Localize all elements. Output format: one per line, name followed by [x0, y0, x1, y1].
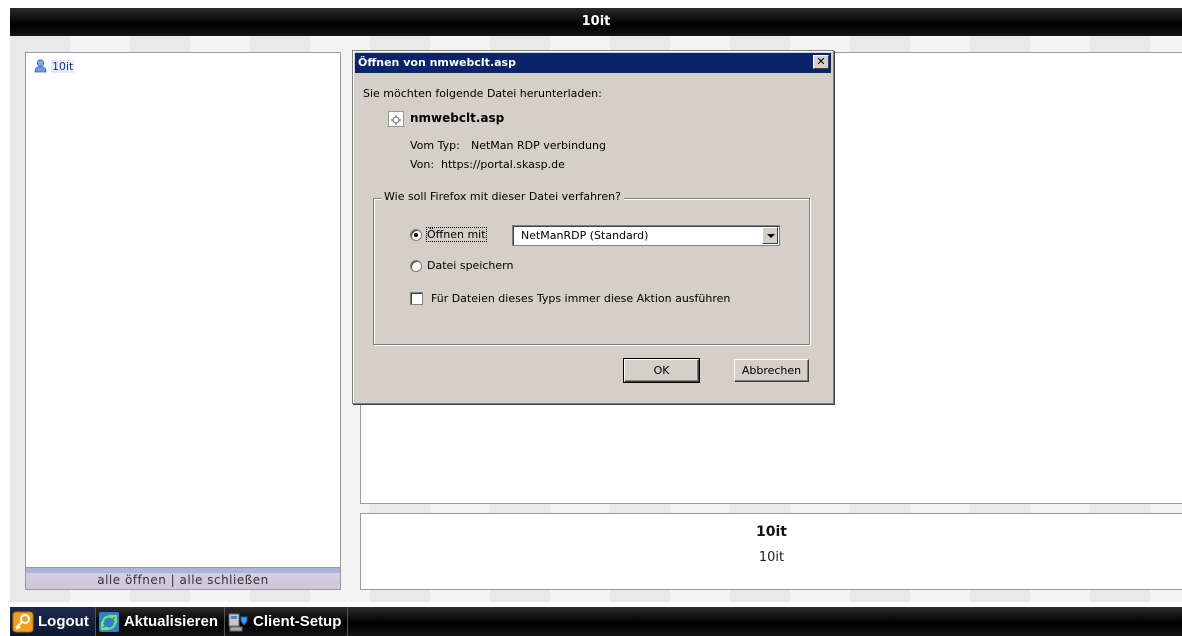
logout-label: Logout: [38, 613, 89, 630]
ok-button[interactable]: OK: [623, 358, 700, 383]
chevron-down-icon[interactable]: [762, 227, 778, 244]
info-subtitle: 10it: [758, 550, 785, 565]
action-group-legend: Wie soll Firefox mit dieser Datei verfah…: [381, 190, 624, 203]
tree-item-10it[interactable]: 10it: [34, 58, 75, 74]
always-do-label[interactable]: Für Dateien dieses Typs immer diese Akti…: [431, 292, 730, 305]
user-icon: [34, 59, 47, 73]
open-with-radio[interactable]: [410, 229, 422, 241]
tree-footer: alle öffnen | alle schließen: [26, 567, 340, 589]
file-type-label: Vom Typ:: [410, 139, 460, 152]
file-type-value: NetMan RDP verbindung: [471, 139, 606, 152]
file-name: nmwebclt.asp: [410, 111, 505, 125]
open-with-select-value: NetManRDP (Standard): [521, 229, 649, 242]
download-dialog: Öffnen von nmwebclt.asp ✕ Sie möchten fo…: [352, 50, 834, 404]
close-all-link[interactable]: alle schließen: [180, 573, 269, 587]
cancel-button[interactable]: Abbrechen: [734, 359, 809, 382]
open-with-label[interactable]: Öffnen mit: [426, 227, 487, 242]
app-root: 10it 10it alle öffnen | alle schließen 1…: [0, 0, 1182, 636]
save-file-label[interactable]: Datei speichern: [427, 259, 513, 272]
refresh-button[interactable]: Aktualisieren: [96, 607, 226, 636]
open-all-link[interactable]: alle öffnen: [97, 573, 166, 587]
info-title: 10it: [756, 524, 787, 540]
save-file-radio[interactable]: [410, 260, 422, 272]
open-with-select[interactable]: NetManRDP (Standard): [512, 225, 780, 246]
logout-button[interactable]: Logout: [10, 607, 96, 636]
tree-item-label: 10it: [51, 59, 75, 73]
file-source-value: https://portal.skasp.de: [441, 158, 565, 171]
key-icon: [12, 611, 34, 633]
refresh-label: Aktualisieren: [123, 613, 219, 630]
always-do-checkbox[interactable]: [410, 292, 423, 305]
file-source-label: Von:: [410, 158, 435, 171]
client-setup-button[interactable]: Client-Setup: [225, 607, 349, 636]
dialog-close-button[interactable]: ✕: [813, 55, 829, 69]
computer-setup-icon: [227, 611, 249, 633]
file-icon: [388, 111, 404, 127]
tree-panel: 10it alle öffnen | alle schließen: [25, 52, 341, 590]
footer-separator: |: [166, 573, 180, 587]
dialog-title-bar: Öffnen von nmwebclt.asp: [355, 53, 831, 73]
window-title-bar: 10it: [10, 8, 1182, 36]
dialog-title: Öffnen von nmwebclt.asp: [358, 56, 516, 69]
bottom-toolbar: Logout Aktualisieren Client-Setup: [10, 607, 1182, 636]
close-icon: ✕: [816, 55, 826, 68]
dialog-prompt: Sie möchten folgende Datei herunterladen…: [363, 87, 602, 100]
refresh-icon: [98, 611, 120, 633]
window-title: 10it: [581, 14, 611, 29]
client-setup-label: Client-Setup: [253, 613, 342, 630]
info-panel: 10it 10it: [360, 513, 1182, 590]
